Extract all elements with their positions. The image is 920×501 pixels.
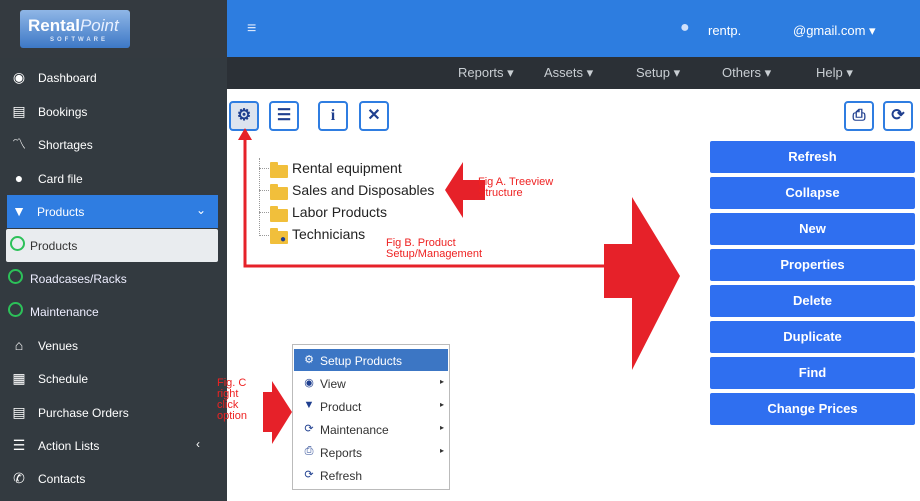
- submenu-arrow-icon: ▸: [440, 446, 445, 455]
- context-menu-label: Refresh: [320, 469, 363, 483]
- annotation-text: Setup/Management: [386, 248, 483, 260]
- context-menu-label: Reports: [320, 446, 363, 460]
- fig-c-note: Fig. C right click option: [217, 378, 247, 422]
- submenu-arrow-icon: ▸: [440, 377, 445, 386]
- fig-b-note: Fig B. Product Setup/Management: [386, 238, 482, 260]
- context-menu: ⚙ Setup Products ◉ View ▸ ▼ Product ▸ ⟳ …: [292, 344, 450, 490]
- fig-b-big-arrow: [604, 197, 680, 370]
- context-menu-label: Setup Products: [320, 354, 403, 368]
- annotation-text: option: [217, 410, 247, 422]
- context-menu-maintenance[interactable]: ⟳ Maintenance ▸: [294, 418, 448, 440]
- sync-icon: ⟳: [304, 423, 314, 435]
- submenu-arrow-icon: ▸: [440, 400, 445, 409]
- annotation-text: Structure: [478, 187, 523, 199]
- fig-a-note: Fig A. Treeview Structure: [478, 177, 553, 199]
- context-menu-label: Maintenance: [320, 423, 389, 437]
- context-menu-label: View: [320, 377, 346, 391]
- context-menu-product[interactable]: ▼ Product ▸: [294, 395, 448, 417]
- sync-icon: ⟳: [304, 469, 314, 481]
- context-menu-refresh[interactable]: ⟳ Refresh: [294, 464, 448, 486]
- cogs-icon: ⚙: [304, 354, 314, 366]
- fig-c-arrow: [263, 381, 292, 444]
- context-menu-header[interactable]: ⚙ Setup Products: [294, 349, 448, 371]
- print-icon: ⎙: [304, 445, 314, 457]
- context-menu-label: Product: [320, 400, 362, 414]
- fig-b-arrowhead: [238, 128, 252, 140]
- eye-icon: ◉: [304, 377, 314, 389]
- cart-icon: ▼: [303, 399, 315, 411]
- context-menu-view[interactable]: ◉ View ▸: [294, 372, 448, 394]
- context-menu-reports[interactable]: ⎙ Reports ▸: [294, 441, 448, 463]
- submenu-arrow-icon: ▸: [440, 423, 445, 432]
